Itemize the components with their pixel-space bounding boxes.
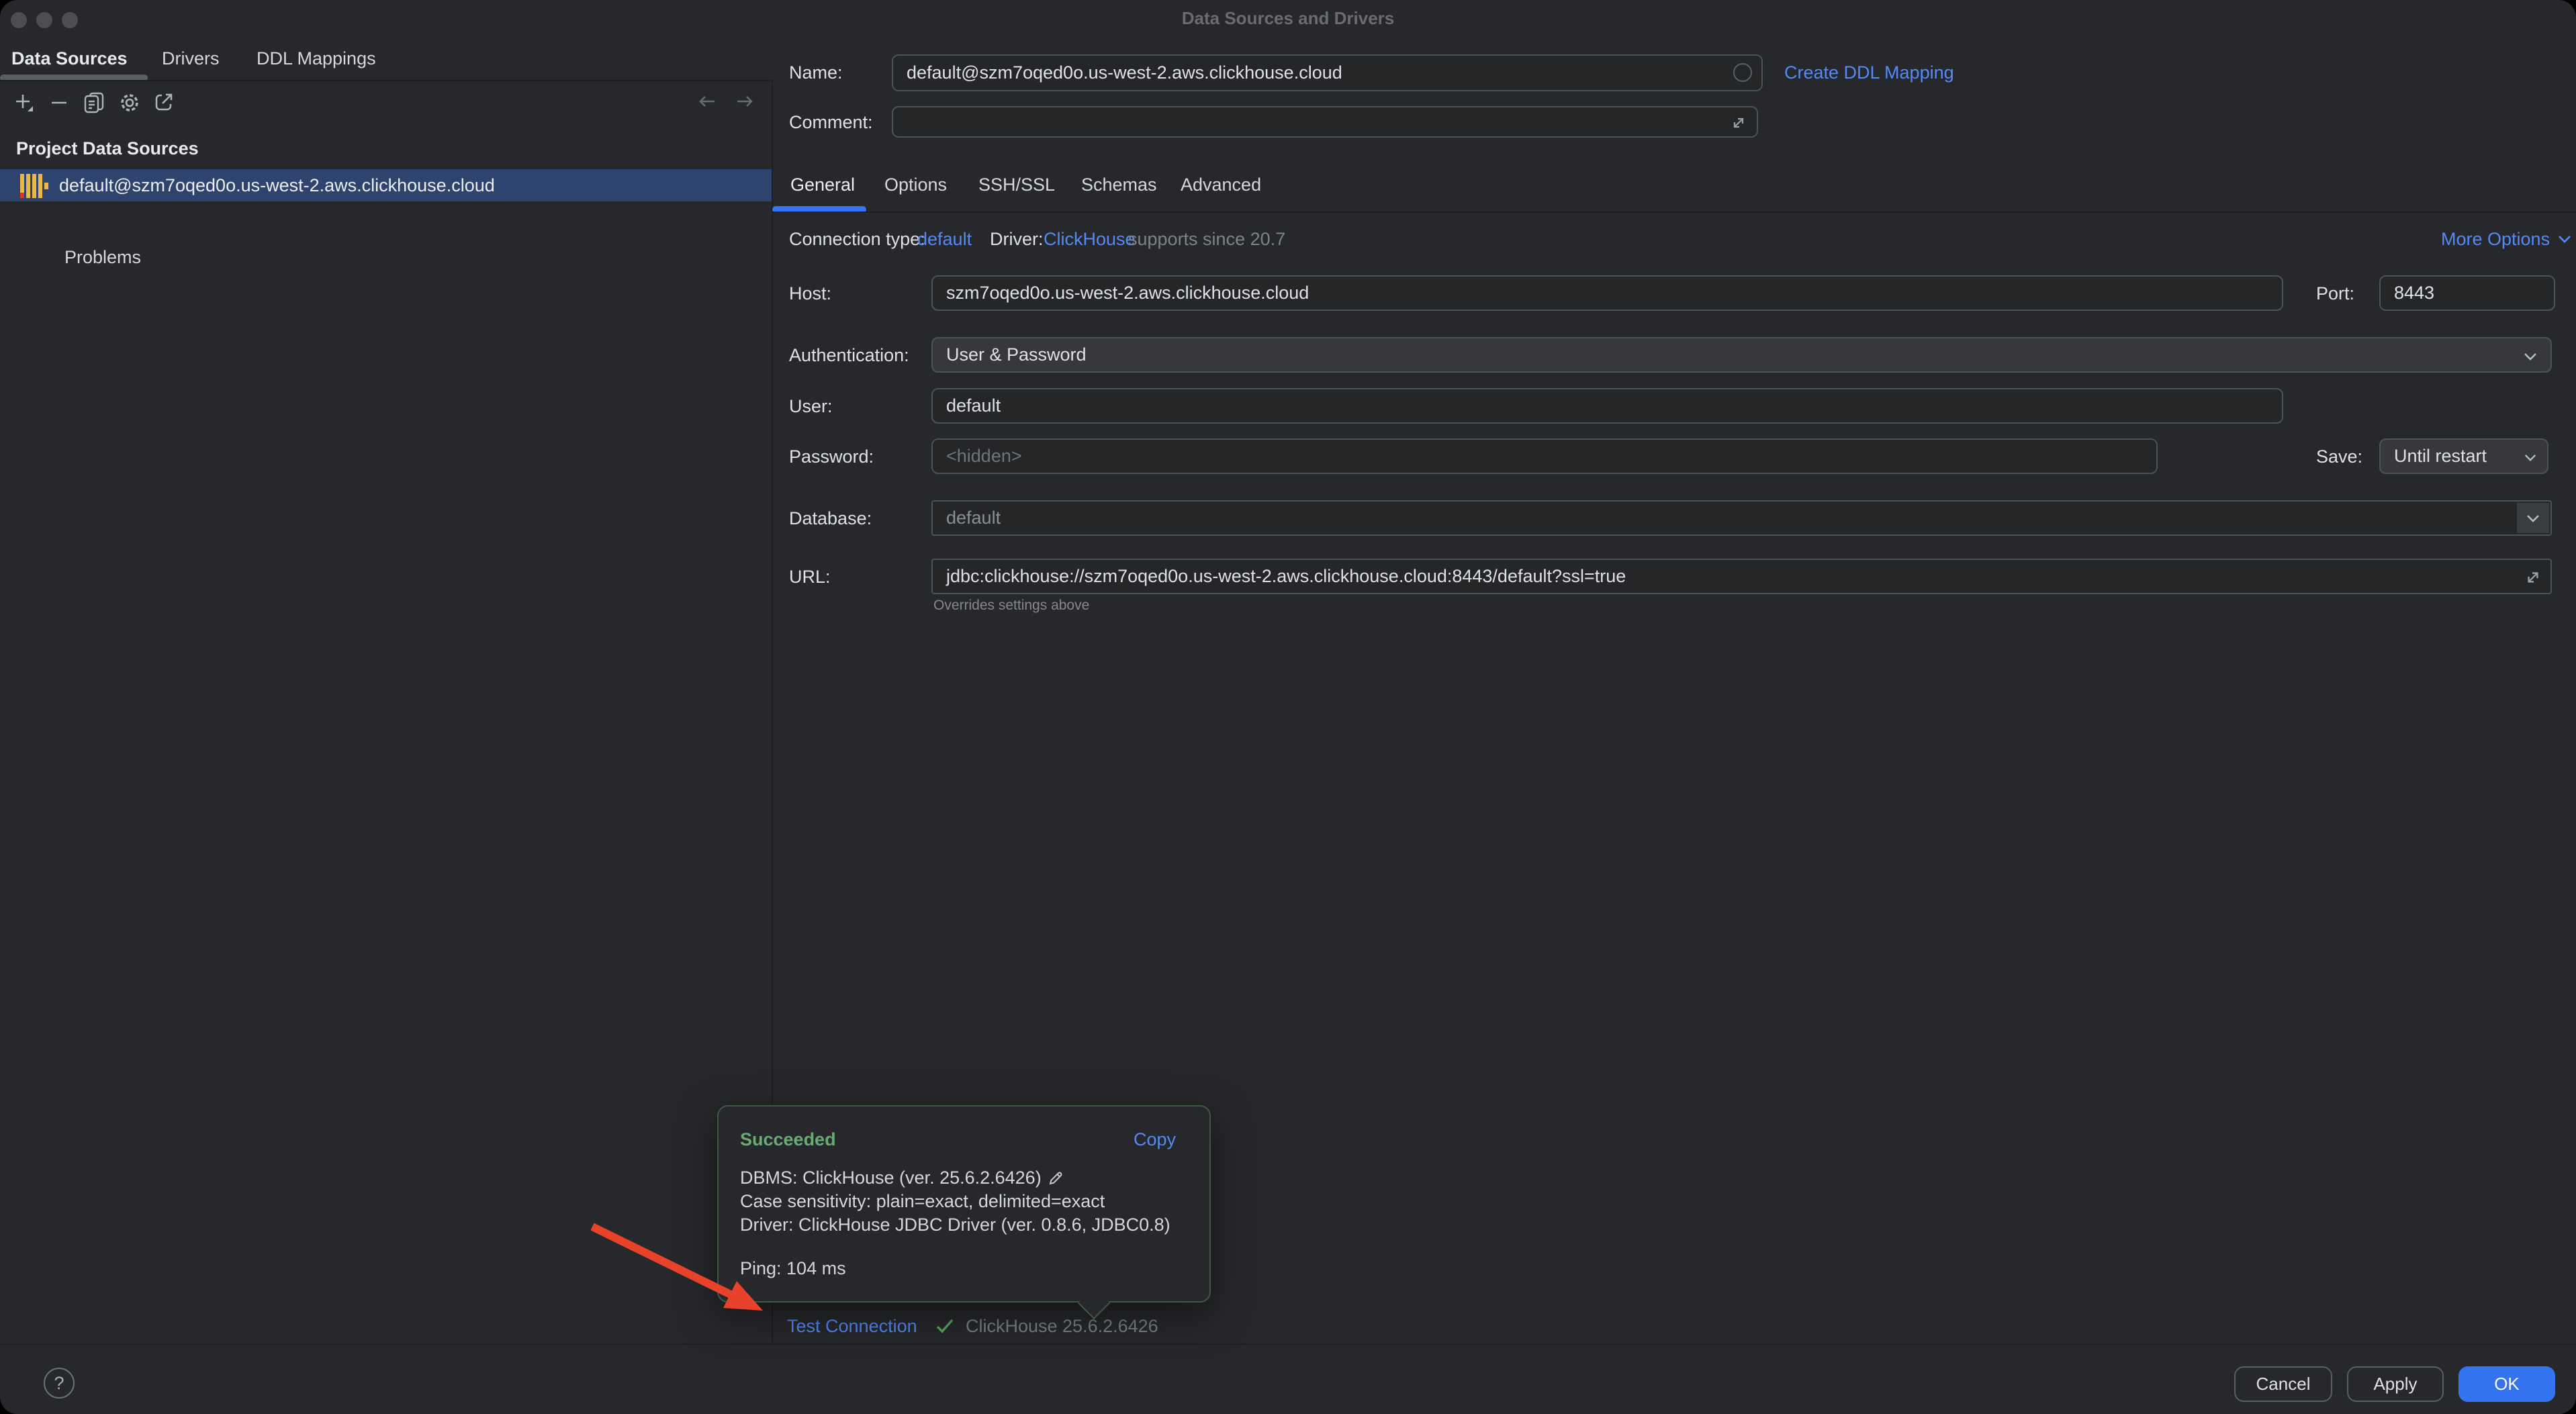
chevron-down-icon [2557, 234, 2573, 244]
name-input[interactable]: default@szm7oqed0o.us-west-2.aws.clickho… [892, 54, 1763, 91]
forward-icon[interactable] [735, 91, 755, 111]
datasource-item-label: default@szm7oqed0o.us-west-2.aws.clickho… [59, 175, 495, 196]
save-value: Until restart [2394, 446, 2487, 467]
host-label: Host: [789, 283, 831, 303]
user-input[interactable]: default [931, 388, 2283, 424]
authentication-value: User & Password [946, 344, 1087, 365]
apply-button[interactable]: Apply [2347, 1366, 2444, 1402]
expand-icon[interactable] [1729, 113, 1749, 133]
password-placeholder: <hidden> [946, 446, 1022, 467]
password-label: Password: [789, 446, 874, 467]
edit-icon[interactable] [1047, 1170, 1064, 1187]
window-title: Data Sources and Drivers [0, 8, 2576, 29]
authentication-select[interactable]: User & Password [931, 337, 2552, 373]
ok-button[interactable]: OK [2458, 1366, 2555, 1402]
driver-hint: supports since 20.7 [1128, 229, 1285, 249]
section-title: Project Data Sources [16, 138, 199, 159]
tab-data-sources[interactable]: Data Sources [11, 47, 128, 70]
duplicate-icon[interactable] [84, 92, 104, 113]
remove-icon[interactable] [50, 93, 68, 112]
add-icon[interactable] [13, 92, 35, 113]
connection-result-text: ClickHouse 25.6.2.6426 [966, 1316, 1158, 1337]
url-label: URL: [789, 567, 831, 587]
right-tabstrip-divider [772, 211, 2576, 213]
popup-ping-line: Ping: 104 ms [740, 1258, 846, 1279]
test-connection-popup: Succeeded Copy DBMS: ClickHouse (ver. 25… [717, 1105, 1211, 1303]
database-combobox[interactable]: default [931, 500, 2552, 536]
driver-value-link[interactable]: ClickHouse [1044, 229, 1136, 249]
database-label: Database: [789, 508, 872, 528]
port-value: 8443 [2394, 283, 2434, 303]
url-value: jdbc:clickhouse://szm7oqed0o.us-west-2.a… [946, 566, 1626, 587]
tab-ssh-ssl[interactable]: SSH/SSL [978, 173, 1055, 196]
connection-type-value-link[interactable]: default [917, 229, 972, 249]
export-ddl-icon[interactable] [154, 92, 174, 112]
tab-schemas[interactable]: Schemas [1081, 173, 1157, 196]
back-icon[interactable] [697, 91, 717, 111]
clickhouse-logo-icon [20, 174, 51, 198]
more-options-link[interactable]: More Options [2441, 229, 2573, 249]
name-value: default@szm7oqed0o.us-west-2.aws.clickho… [907, 62, 1342, 83]
tab-advanced[interactable]: Advanced [1181, 173, 1261, 196]
comment-label: Comment: [789, 112, 873, 132]
test-connection-link[interactable]: Test Connection [787, 1316, 917, 1336]
comment-input[interactable] [892, 106, 1758, 138]
tab-options[interactable]: Options [884, 173, 947, 196]
popup-dbms-line: DBMS: ClickHouse (ver. 25.6.2.6426) [740, 1168, 1064, 1188]
data-sources-dialog: Data Sources and Drivers Data Sources Dr… [0, 0, 2576, 1414]
help-button[interactable]: ? [44, 1368, 75, 1399]
chevron-down-icon [2522, 351, 2538, 362]
driver-label: Driver: [990, 229, 1044, 249]
user-label: User: [789, 396, 833, 416]
problems-node[interactable]: Problems [64, 247, 141, 268]
connection-type-label: Connection type: [789, 229, 925, 249]
host-value: szm7oqed0o.us-west-2.aws.clickhouse.clou… [946, 283, 1309, 303]
cancel-button[interactable]: Cancel [2234, 1366, 2332, 1402]
popup-copy-link[interactable]: Copy [1134, 1129, 1176, 1150]
port-input[interactable]: 8443 [2379, 275, 2555, 311]
password-input[interactable]: <hidden> [931, 438, 2158, 474]
more-options-label: More Options [2441, 229, 2550, 249]
tab-ddl-mappings[interactable]: DDL Mappings [257, 47, 376, 70]
footer-divider [0, 1344, 2576, 1345]
chevron-down-icon [2523, 453, 2538, 463]
authentication-label: Authentication: [789, 345, 909, 365]
popup-case-line: Case sensitivity: plain=exact, delimited… [740, 1191, 1105, 1212]
chevron-down-icon [2525, 513, 2541, 524]
create-ddl-mapping-link[interactable]: Create DDL Mapping [1784, 62, 1954, 83]
popup-driver-line: Driver: ClickHouse JDBC Driver (ver. 0.8… [740, 1215, 1170, 1235]
database-dropdown-button[interactable] [2517, 503, 2549, 533]
datasource-list-item[interactable]: default@szm7oqed0o.us-west-2.aws.clickho… [0, 169, 772, 201]
host-input[interactable]: szm7oqed0o.us-west-2.aws.clickhouse.clou… [931, 275, 2283, 311]
tab-drivers[interactable]: Drivers [162, 47, 220, 70]
name-label: Name: [789, 62, 843, 83]
save-label: Save: [2316, 446, 2362, 467]
expand-icon[interactable] [2522, 567, 2544, 588]
tab-general[interactable]: General [790, 173, 855, 196]
check-icon [933, 1315, 956, 1337]
settings-icon[interactable] [119, 92, 140, 113]
name-progress-icon [1733, 63, 1752, 82]
popup-dbms-text: DBMS: ClickHouse (ver. 25.6.2.6426) [740, 1168, 1042, 1188]
popup-status: Succeeded [740, 1129, 836, 1150]
port-label: Port: [2316, 283, 2354, 303]
url-hint: Overrides settings above [933, 598, 1089, 614]
url-input[interactable]: jdbc:clickhouse://szm7oqed0o.us-west-2.a… [931, 559, 2552, 594]
database-value: default [946, 508, 1001, 528]
left-tabstrip-divider [0, 80, 772, 81]
save-select[interactable]: Until restart [2379, 438, 2548, 474]
user-value: default [946, 395, 1001, 416]
